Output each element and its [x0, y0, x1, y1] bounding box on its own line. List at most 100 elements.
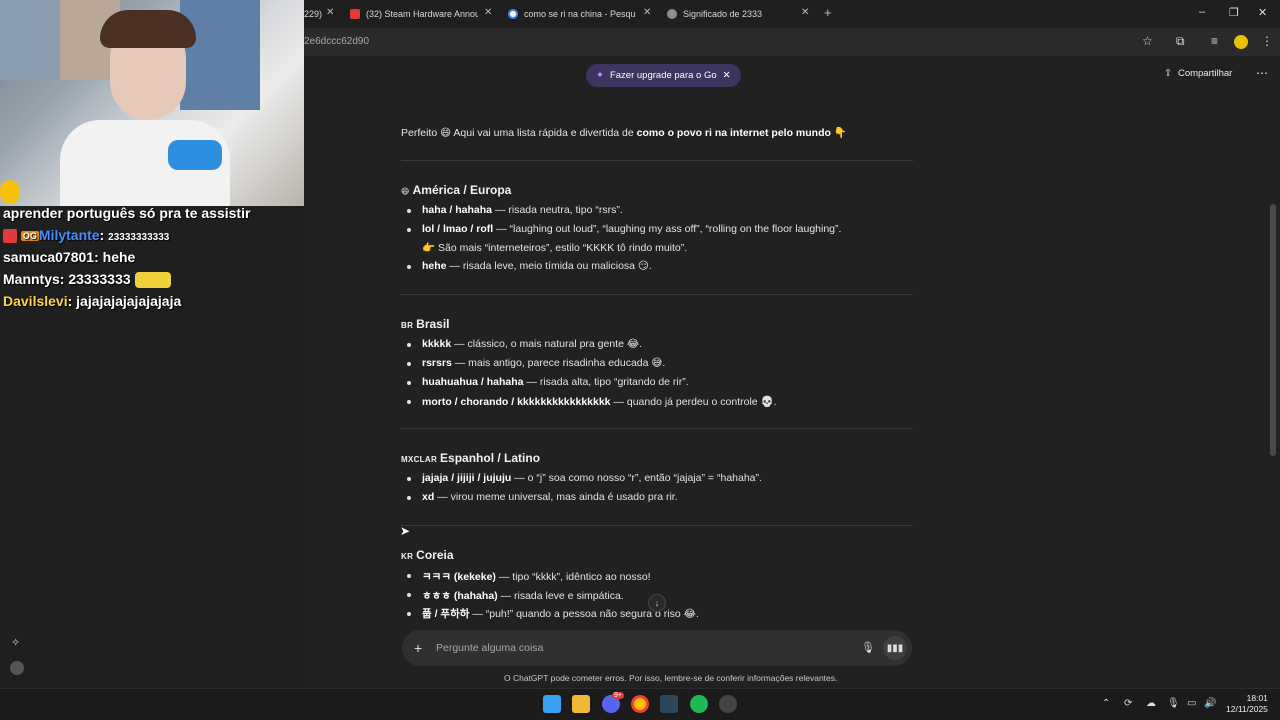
tab-4-close-icon[interactable]: ✕ [801, 7, 809, 18]
tab-3-close-icon[interactable]: ✕ [643, 7, 651, 18]
mic-tray-icon[interactable]: 🎙 [1167, 698, 1180, 709]
browser-menu-icon[interactable]: ⋮ [1261, 34, 1273, 48]
profile-avatar[interactable] [1234, 35, 1248, 49]
windows-start-icon[interactable] [543, 695, 561, 713]
tab-4[interactable]: Significado de 2333 [667, 4, 795, 24]
more-options-icon[interactable]: ⋯ [1256, 66, 1268, 80]
section-divider [401, 294, 913, 295]
spotify-icon[interactable] [690, 695, 708, 713]
tab-2-close-icon[interactable]: ✕ [484, 7, 492, 18]
close-icon[interactable]: ✕ [723, 70, 731, 81]
section-flag: BR [401, 321, 414, 330]
bullet [407, 265, 411, 269]
item-term: jajaja / jijiji / jujuju [422, 472, 512, 484]
list-item: lol / lmao / rofl — “laughing out loud”,… [422, 223, 841, 235]
page-scrollbar[interactable] [1270, 204, 1276, 456]
bookmark-star-icon[interactable]: ☆ [1142, 34, 1153, 48]
webcam-overlay [0, 0, 304, 206]
wall-poster [0, 0, 60, 80]
disclaimer-text: O ChatGPT pode cometer erros. Por isso, … [504, 673, 838, 683]
volume-icon[interactable]: 🔊 [1204, 698, 1216, 709]
item-desc: — tipo “kkkk”, idêntico ao nosso! [495, 571, 651, 583]
section-heading: 😄 América / Europa [401, 183, 511, 197]
list-item: huahuahua / hahaha — risada alta, tipo “… [422, 376, 689, 388]
item-term: kkkkk [422, 338, 452, 350]
scroll-to-bottom-button[interactable]: ↓ [648, 594, 666, 612]
list-item: ㅎㅎㅎ (hahaha) — risada leve e simpática. [422, 588, 624, 603]
cloud-icon[interactable]: ☁ [1146, 698, 1156, 709]
chat-username[interactable]: samuca07801 [3, 249, 94, 265]
section-title: América / Europa [412, 183, 512, 197]
tab-1-close-icon[interactable]: ✕ [326, 7, 334, 18]
minion-emote-icon [134, 272, 171, 289]
item-term: haha / hahaha [422, 204, 493, 216]
wall-poster [180, 0, 260, 110]
item-term: huahuahua / hahaha [422, 376, 524, 388]
clock-time: 18:01 [1246, 693, 1268, 703]
system-clock[interactable]: 18:01 12/11/2025 [1226, 693, 1268, 715]
section-divider [401, 160, 913, 161]
section-heading: BR Brasil [401, 317, 450, 331]
url-text[interactable]: 2e6dccc62d90 [304, 36, 369, 47]
item-term: 풉 / 푸하하 [422, 608, 470, 620]
tray-chevron-icon[interactable]: ⌃ [1102, 698, 1110, 709]
list-item: jajaja / jijiji / jujuju — o “j” soa com… [422, 472, 762, 484]
bullet [407, 209, 411, 213]
chat-username[interactable]: Manntys [3, 271, 60, 287]
sync-icon[interactable]: ⟳ [1124, 698, 1132, 709]
share-icon: ⇪ [1164, 68, 1172, 79]
user-avatar[interactable] [10, 661, 24, 675]
item-term: ㅎㅎㅎ (hahaha) [422, 590, 498, 602]
minimize-button[interactable]: – [1199, 6, 1205, 18]
tab-2[interactable]: (32) Steam Hardware Announce [350, 4, 478, 24]
voice-mode-button[interactable]: ▮▮▮ [883, 636, 907, 660]
item-term: xd [422, 491, 435, 503]
item-desc: — mais antigo, parece risadinha educada … [451, 357, 666, 369]
bullet [407, 496, 411, 500]
yellow-toy [0, 180, 20, 204]
new-tab-button[interactable]: + [824, 5, 832, 20]
network-icon[interactable]: ▭ [1187, 698, 1196, 709]
steam-icon[interactable] [660, 695, 678, 713]
upgrade-label: Fazer upgrade para o Go [609, 70, 717, 81]
section-heading: MXCLAR Espanhol / Latino [401, 451, 540, 465]
share-label: Compartilhar [1177, 68, 1233, 79]
chat-username[interactable]: Milytante [39, 227, 100, 243]
clock-date: 12/11/2025 [1226, 704, 1268, 714]
bullet [407, 343, 411, 347]
chat-message: samuca07801: hehe [3, 249, 136, 265]
chat-username[interactable]: Davilslevi [3, 293, 68, 309]
file-explorer-icon[interactable] [572, 695, 590, 713]
close-window-button[interactable]: ✕ [1258, 6, 1267, 19]
youtube-icon [350, 9, 360, 19]
list-item: xd — virou meme universal, mas ainda é u… [422, 491, 678, 503]
chat-message-text: 23333333 [68, 271, 131, 287]
tab-1[interactable]: 229) [304, 4, 324, 24]
attach-plus-icon[interactable]: + [414, 640, 422, 656]
bullet [407, 574, 411, 578]
restore-button[interactable]: ❐ [1229, 6, 1239, 19]
microphone-icon[interactable]: 🎙 [861, 641, 875, 654]
chrome-icon[interactable] [631, 695, 649, 713]
list-item: ㅋㅋㅋ (kekeke) — tipo “kkkk”, idêntico ao … [422, 569, 651, 584]
item-term: morto / chorando / kkkkkkkkkkkkkkkk [422, 396, 611, 408]
prompt-input[interactable]: Pergunte alguma coisa [436, 642, 543, 654]
tab-3[interactable]: como se ri na china - Pesquisa [508, 4, 636, 24]
item-desc: — o “j” soa como nosso “r”, então “jajaj… [511, 472, 762, 484]
item-desc: — “laughing out loud”, “laughing my ass … [493, 223, 842, 235]
chat-message-text: hehe [102, 249, 136, 265]
item-desc: — risada leve, meio tímida ou maliciosa … [446, 260, 652, 272]
item-desc: — quando já perdeu o controle 💀. [610, 396, 777, 408]
media-controls-icon[interactable]: ≡ [1211, 34, 1218, 48]
section-flag: 😄 [401, 187, 410, 196]
sparkle-icon[interactable]: ✧ [11, 636, 20, 649]
obs-icon[interactable] [719, 695, 737, 713]
section-divider [401, 428, 913, 429]
og-badge: OG [20, 231, 39, 242]
share-button[interactable]: ⇪ Compartilhar [1164, 68, 1232, 79]
extensions-icon[interactable]: ⧉ [1176, 34, 1185, 49]
tab-2-label: (32) Steam Hardware Announce [366, 9, 478, 19]
bullet [407, 362, 411, 366]
bullet [407, 477, 411, 481]
upgrade-banner[interactable]: ✦ Fazer upgrade para o Go ✕ [586, 64, 741, 87]
